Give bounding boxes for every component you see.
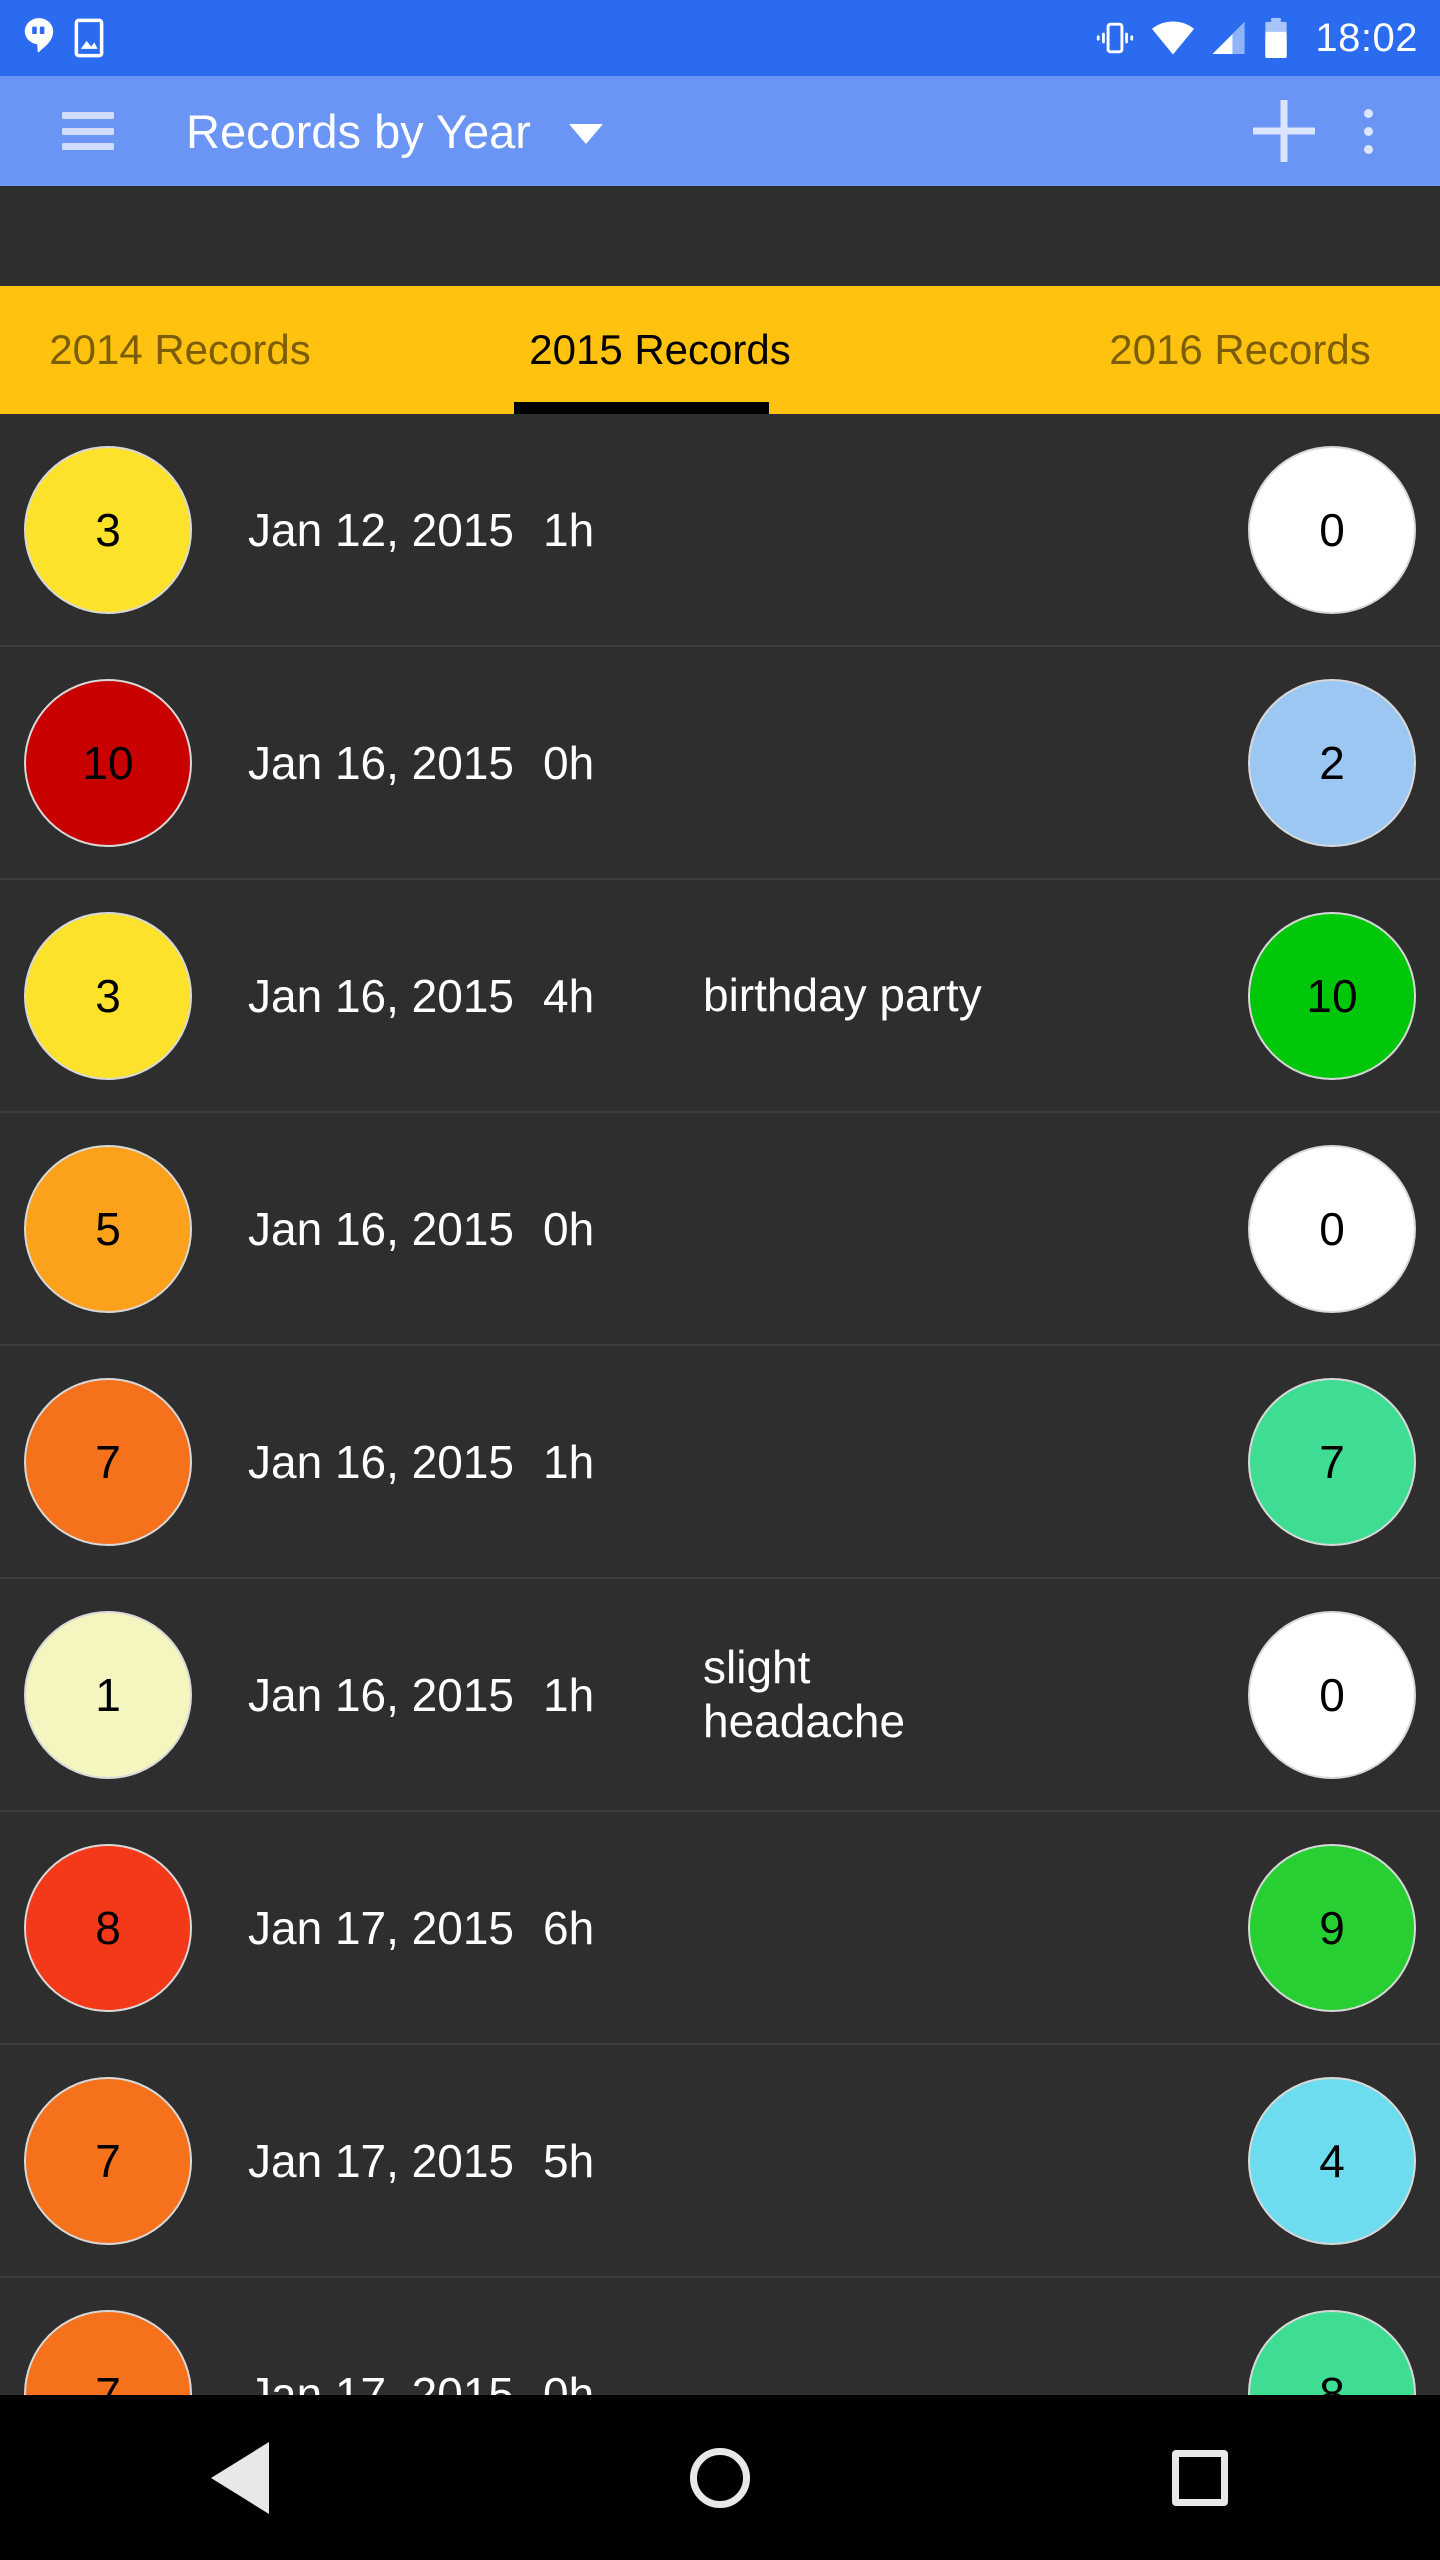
score-badge: 4: [1248, 2076, 1416, 2245]
hamburger-bar: [62, 112, 114, 119]
record-note: birthday party: [703, 968, 982, 1021]
tab-2016-records[interactable]: 2016 Records: [1000, 286, 1440, 414]
home-button[interactable]: [640, 2395, 800, 2560]
table-row[interactable]: 1 Jan 16, 2015 1h slight headache 0: [0, 1579, 1440, 1812]
wifi-icon: [1152, 21, 1195, 55]
table-row[interactable]: 8 Jan 17, 2015 6h 9: [0, 1812, 1440, 2045]
screenshot-image-icon: [74, 18, 104, 58]
cell-signal-icon: [1212, 21, 1245, 55]
tab-selected-indicator: [514, 402, 769, 414]
app-bar-actions: [1240, 87, 1440, 175]
score-badge: 2: [1248, 678, 1416, 847]
score-badge: 9: [1248, 1843, 1416, 2012]
record-date: Jan 17, 2015: [248, 1901, 515, 1954]
status-bar-notification-icons: [22, 16, 104, 60]
recents-button[interactable]: [1120, 2395, 1280, 2560]
hamburger-menu-icon[interactable]: [62, 112, 114, 150]
recents-square-icon: [1172, 2449, 1228, 2506]
record-duration: 0h: [543, 2367, 595, 2396]
severity-badge: 7: [24, 1377, 192, 1546]
add-record-button[interactable]: [1240, 87, 1328, 175]
record-date: Jan 16, 2015: [248, 969, 515, 1022]
records-list[interactable]: 3 Jan 12, 2015 1h 0 10 Jan 16, 2015 0h 2 3 Jan 16…: [0, 414, 1440, 2395]
battery-icon: [1265, 17, 1288, 59]
tab-2014-records[interactable]: 2014 Records: [0, 286, 400, 414]
overflow-dot: [1363, 126, 1373, 136]
overflow-dot: [1363, 108, 1373, 118]
app-bar: Records by Year: [0, 76, 1440, 186]
overflow-menu-icon[interactable]: [1328, 87, 1408, 175]
record-duration: 0h: [543, 736, 595, 789]
record-date: Jan 16, 2015: [248, 736, 515, 789]
record-date: Jan 17, 2015: [248, 2134, 515, 2187]
score-badge: 0: [1248, 445, 1416, 614]
severity-badge: 3: [24, 445, 192, 614]
table-row[interactable]: 7 Jan 16, 2015 1h 7: [0, 1346, 1440, 1579]
score-badge: 0: [1248, 1144, 1416, 1313]
record-date: Jan 17, 2015: [248, 2367, 515, 2396]
score-badge: 8: [1248, 2309, 1416, 2395]
record-duration: 1h: [543, 503, 595, 556]
record-duration: 5h: [543, 2134, 595, 2187]
tab-2015-records[interactable]: 2015 Records: [440, 286, 880, 414]
status-bar-system-icons: 18:02: [1095, 17, 1418, 59]
record-date: Jan 16, 2015: [248, 1668, 515, 1721]
severity-badge: 5: [24, 1144, 192, 1313]
android-navigation-bar: [0, 2395, 1440, 2560]
severity-badge: 1: [24, 1610, 192, 1779]
severity-badge: 7: [24, 2309, 192, 2395]
severity-badge: 10: [24, 678, 192, 847]
page-title[interactable]: Records by Year: [186, 108, 531, 155]
record-duration: 6h: [543, 1901, 595, 1954]
year-tab-bar: 2014 Records 2015 Records 2016 Records: [0, 286, 1440, 414]
record-duration: 1h: [543, 1668, 595, 1721]
back-triangle-icon: [211, 2441, 269, 2514]
table-row[interactable]: 7 Jan 17, 2015 5h 4: [0, 2045, 1440, 2278]
score-badge: 7: [1248, 1377, 1416, 1546]
table-row[interactable]: 3 Jan 12, 2015 1h 0: [0, 414, 1440, 647]
severity-badge: 7: [24, 2076, 192, 2245]
table-row[interactable]: 5 Jan 16, 2015 0h 0: [0, 1113, 1440, 1346]
score-badge: 10: [1248, 911, 1416, 1080]
severity-badge: 8: [24, 1843, 192, 2012]
record-note: slight headache: [703, 1641, 906, 1747]
table-row[interactable]: 3 Jan 16, 2015 4h birthday party 10: [0, 880, 1440, 1113]
table-row[interactable]: 7 Jan 17, 2015 0h 8: [0, 2278, 1440, 2395]
overflow-dot: [1363, 144, 1373, 154]
record-date: Jan 16, 2015: [248, 1435, 515, 1488]
record-date: Jan 12, 2015: [248, 503, 515, 556]
record-duration: 1h: [543, 1435, 595, 1488]
status-bar-clock: 18:02: [1315, 16, 1418, 60]
back-button[interactable]: [160, 2395, 320, 2560]
hamburger-bar: [62, 143, 114, 150]
record-duration: 0h: [543, 1202, 595, 1255]
vibrate-icon: [1097, 22, 1134, 54]
phone-screen: 18:02 Records by Year 2014 Records 2015 …: [0, 0, 1440, 2560]
status-bar: 18:02: [0, 0, 1440, 76]
score-badge: 0: [1248, 1610, 1416, 1779]
home-circle-icon: [690, 2447, 750, 2508]
hamburger-bar: [62, 127, 114, 135]
hangouts-icon: [24, 18, 54, 53]
record-date: Jan 16, 2015: [248, 1202, 515, 1255]
severity-badge: 3: [24, 911, 192, 1080]
chevron-down-icon[interactable]: [568, 124, 603, 144]
record-duration: 4h: [543, 969, 595, 1022]
table-row[interactable]: 10 Jan 16, 2015 0h 2: [0, 647, 1440, 880]
